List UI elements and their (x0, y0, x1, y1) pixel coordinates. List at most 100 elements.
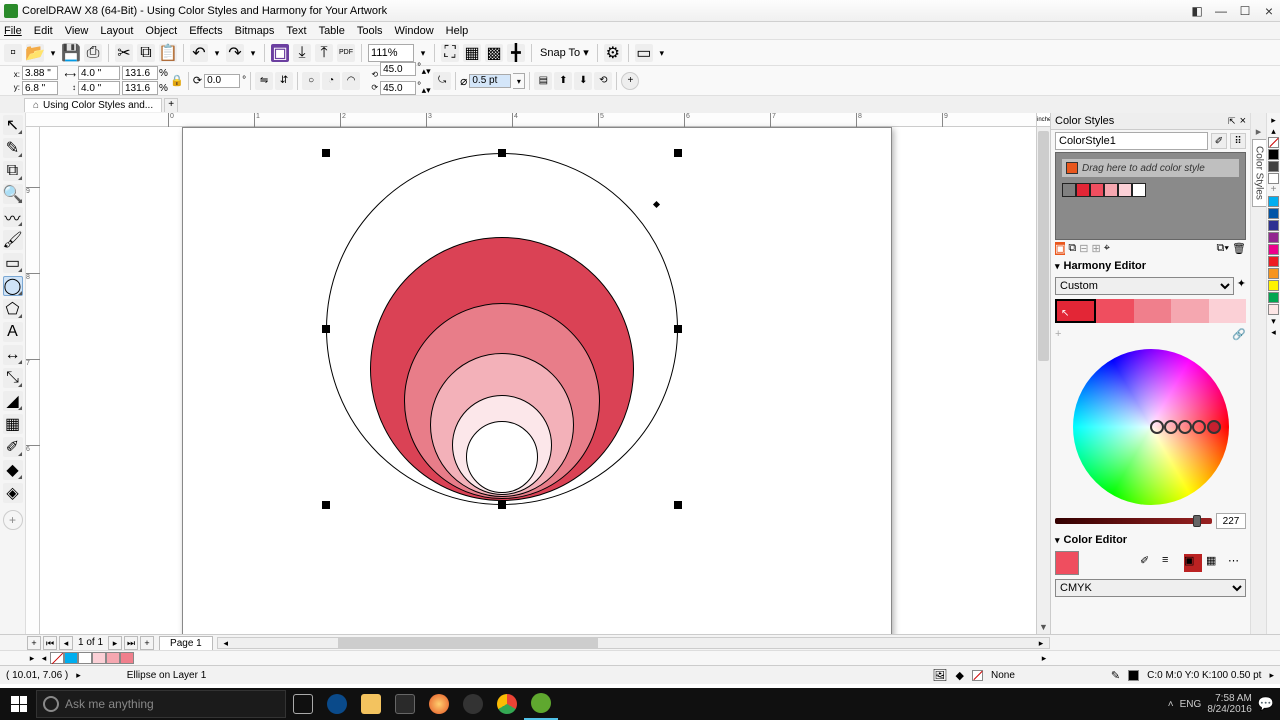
polygon-tool[interactable]: ⬠ (3, 299, 23, 319)
page-first-button[interactable]: ⏮ (43, 636, 57, 650)
harmony-node[interactable] (1164, 420, 1178, 434)
height-field[interactable] (78, 81, 120, 95)
page-last-button[interactable]: ⏭ (124, 636, 138, 650)
palette-menu[interactable]: ▸ (1268, 115, 1279, 126)
transparency-tool[interactable]: ▦ (3, 414, 23, 434)
redo-button[interactable]: ↷ (226, 44, 244, 62)
toolbox-expand-button[interactable]: + (3, 510, 23, 530)
palette-swatch[interactable] (1268, 268, 1279, 279)
corel-member-icon[interactable]: ◧ (1186, 2, 1208, 20)
style-swatch[interactable] (1132, 183, 1146, 197)
mirror-h-button[interactable]: ⇋ (255, 72, 273, 90)
cortana-search[interactable]: Ask me anything (36, 690, 286, 718)
docker-tab-menu[interactable]: ▸ (1253, 125, 1265, 137)
show-guidelines-button[interactable]: ╋ (507, 44, 525, 62)
palette-swatch[interactable] (1268, 292, 1279, 303)
palette-expand[interactable]: ◂ (1268, 327, 1279, 338)
start-button[interactable] (2, 688, 36, 720)
docker-header[interactable]: Color Styles ⇱ × (1051, 113, 1250, 130)
palette-swatch[interactable] (1268, 244, 1279, 255)
harmony-swatch[interactable] (1209, 299, 1246, 323)
harmony-type-select[interactable]: Custom (1055, 277, 1234, 295)
paste-button[interactable]: 📋 (159, 44, 177, 62)
current-color-preview[interactable] (1055, 551, 1079, 575)
eyedropper-button[interactable]: ✐ (1211, 133, 1227, 149)
redo-dropdown[interactable]: ▾ (248, 44, 258, 62)
color-proof-icon[interactable]: 🖼 (932, 668, 947, 682)
menu-object[interactable]: Object (145, 25, 177, 37)
outline-width-dropdown[interactable]: ▾ (513, 73, 525, 89)
harmony-node[interactable] (1178, 420, 1192, 434)
text-tool[interactable]: A (3, 322, 23, 342)
crop-tool[interactable]: ⧉ (3, 161, 23, 181)
selection-handle-sw[interactable] (322, 501, 330, 509)
docpal-no-color[interactable] (50, 652, 64, 664)
palette-swatch[interactable] (1268, 256, 1279, 267)
scrollbar-thumb[interactable] (1038, 131, 1049, 361)
slider-thumb[interactable] (1193, 515, 1201, 527)
palette-scroll-down[interactable]: ▾ (1268, 316, 1279, 327)
start-angle-spinner[interactable]: ▴▾ (421, 62, 431, 80)
undo-dropdown[interactable]: ▾ (212, 44, 222, 62)
style-swatch[interactable] (1118, 183, 1132, 197)
color-style-name-field[interactable] (1055, 132, 1208, 150)
status-cursor-menu[interactable]: ▸ (76, 670, 81, 681)
ellipse-tool[interactable]: ◯ (3, 276, 23, 296)
ellipse-inner[interactable] (466, 421, 538, 493)
clock-date[interactable]: 8/24/2016 (1207, 704, 1252, 715)
palette-swatch[interactable] (1268, 161, 1279, 172)
pick-tool[interactable]: ↖ (3, 115, 23, 135)
palette-add[interactable]: + (1268, 185, 1279, 196)
menu-view[interactable]: View (65, 25, 89, 37)
menu-window[interactable]: Window (395, 25, 434, 37)
interactive-fill-tool[interactable]: ◆ (3, 460, 23, 480)
notifications-icon[interactable]: 💬 (1258, 696, 1274, 712)
outline-swatch[interactable] (1128, 670, 1139, 681)
view-button[interactable]: ⧉▾ (1217, 242, 1229, 255)
vertical-ruler[interactable]: 9 8 7 6 (26, 127, 40, 634)
eyedropper-tool[interactable]: ✐ (3, 437, 23, 457)
palette-swatch[interactable] (1268, 280, 1279, 291)
page-next-button[interactable]: ▸ (108, 636, 122, 650)
lock-ratio-button[interactable]: 🔒 (170, 67, 184, 95)
system-tray[interactable]: ˄ ENG 7:58 AM 8/24/2016 💬 (1168, 693, 1278, 715)
color-style-dropzone[interactable]: Drag here to add color style (1055, 152, 1246, 240)
open-button[interactable]: 📂 (26, 44, 44, 62)
docpal-swatch[interactable] (78, 652, 92, 664)
menu-text[interactable]: Text (286, 25, 306, 37)
selection-handle-ne[interactable] (674, 149, 682, 157)
rectangle-tool[interactable]: ▭ (3, 253, 23, 273)
palette-swatch[interactable] (1268, 208, 1279, 219)
docpal-scroll-left[interactable]: ◂ (38, 653, 50, 664)
harmony-swatch[interactable] (1096, 299, 1133, 323)
quick-customize-button[interactable]: + (621, 72, 639, 90)
color-palettes-button[interactable]: ▦ (1206, 554, 1224, 572)
color-more-button[interactable]: ⋯ (1228, 554, 1246, 572)
selection-handle-se[interactable] (674, 501, 682, 509)
page-tab[interactable]: Page 1 (159, 636, 213, 650)
parallel-dim-tool[interactable]: ↔ (3, 345, 23, 365)
task-view-button[interactable] (286, 688, 320, 720)
color-editor-header[interactable]: ▾ Color Editor (1051, 531, 1250, 549)
canvas-area[interactable]: 0 1 2 3 4 5 6 7 8 9 inches 9 8 7 6 (26, 113, 1050, 634)
menu-table[interactable]: Table (319, 25, 345, 37)
export-button[interactable]: ⤒ (315, 44, 333, 62)
fullscreen-button[interactable]: ⛶ (441, 44, 459, 62)
new-harmony-button[interactable]: ⧉ (1068, 242, 1076, 255)
hscroll-left[interactable]: ◂ (219, 637, 233, 651)
save-button[interactable]: 💾 (62, 44, 80, 62)
maximize-button[interactable]: ☐ (1234, 2, 1256, 20)
palette-swatch[interactable] (1268, 173, 1279, 184)
docker-close-icon[interactable]: × (1240, 115, 1246, 127)
chrome-icon[interactable] (490, 688, 524, 720)
zoom-dropdown[interactable]: ▾ (418, 44, 428, 62)
color-wheel[interactable] (1073, 349, 1229, 505)
width-field[interactable] (78, 66, 120, 80)
options-button[interactable]: ⚙ (604, 44, 622, 62)
docpal-menu[interactable]: ▸ (26, 653, 38, 664)
docker-undock-icon[interactable]: ⇱ (1228, 116, 1236, 127)
print-button[interactable]: ⎙ (84, 44, 102, 62)
scale-y-field[interactable] (122, 81, 158, 95)
rotation-field[interactable] (204, 74, 240, 88)
launch-dropdown[interactable]: ▾ (657, 44, 667, 62)
